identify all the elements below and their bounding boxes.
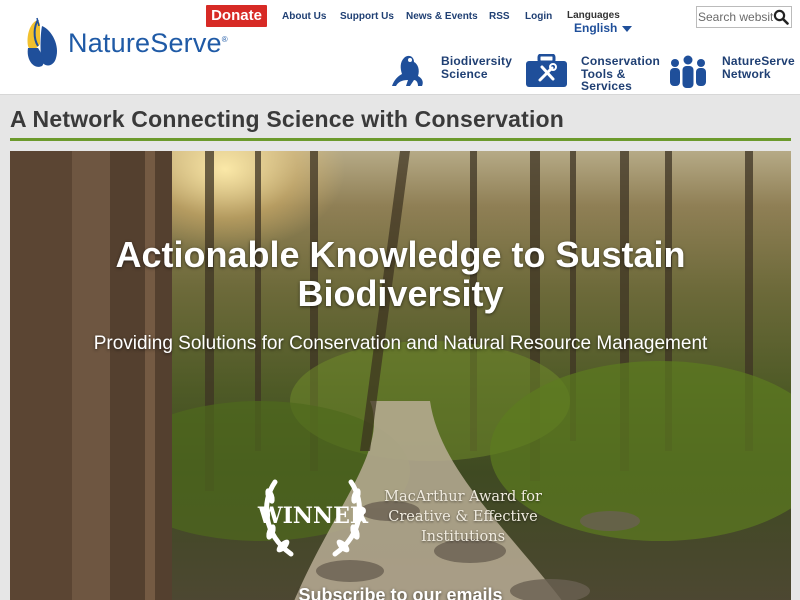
page-title: A Network Connecting Science with Conser… xyxy=(10,106,565,132)
people-group-icon[interactable] xyxy=(667,55,709,90)
butterfly-logo-icon xyxy=(27,17,58,67)
nav-link-login[interactable]: Login xyxy=(525,11,552,22)
hero-subheading: Providing Solutions for Conservation and… xyxy=(93,333,708,354)
subscribe-link[interactable]: Subscribe to our emails xyxy=(10,585,791,600)
toolbox-icon[interactable] xyxy=(525,54,568,88)
donate-button[interactable]: Donate xyxy=(206,5,267,27)
nav-biodiversity-science[interactable]: Biodiversity Science xyxy=(441,55,512,80)
title-divider xyxy=(10,138,791,141)
hero-heading: Actionable Knowledge to Sustain Biodiver… xyxy=(115,234,686,314)
nav-natureserve-network[interactable]: NatureServe Network xyxy=(722,55,795,80)
chevron-down-icon xyxy=(622,25,633,32)
languages-label: Languages xyxy=(567,10,620,21)
laurel-wreath-icon: WINNER xyxy=(257,479,369,557)
nav-conservation-tools-services[interactable]: Conservation Tools & Services xyxy=(581,55,660,93)
search-icon[interactable] xyxy=(773,9,789,25)
hero-banner: Actionable Knowledge to Sustain Biodiver… xyxy=(10,151,791,600)
nav-link-about-us[interactable]: About Us xyxy=(282,11,326,22)
award-caption: MacArthur Award for Creative & Effective… xyxy=(384,489,542,545)
site-header: NatureServe® Donate About Us Support Us … xyxy=(0,0,800,95)
logo-text: NatureServe xyxy=(68,28,222,58)
language-selector[interactable]: English xyxy=(574,21,633,35)
language-value: English xyxy=(574,21,618,35)
search-input[interactable] xyxy=(697,7,773,27)
nav-link-support-us[interactable]: Support Us xyxy=(340,11,394,22)
nav-link-news-events[interactable]: News & Events xyxy=(406,11,478,22)
award-badge-text: WINNER xyxy=(257,503,369,529)
logo-registered-mark: ® xyxy=(221,35,228,44)
frog-icon[interactable] xyxy=(390,52,426,90)
search-box xyxy=(696,6,792,28)
nav-link-rss[interactable]: RSS xyxy=(489,11,510,22)
